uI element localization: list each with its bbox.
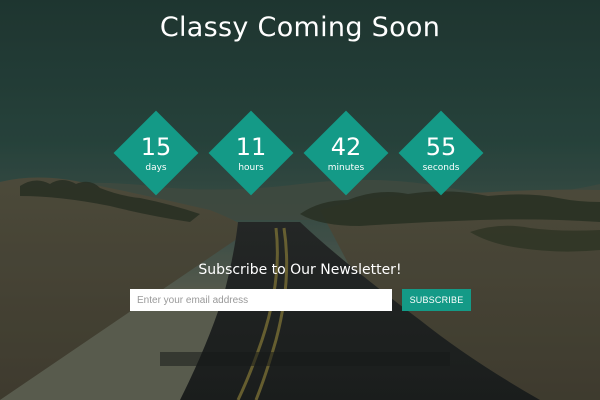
countdown-seconds-value: 55 — [425, 133, 457, 161]
countdown-days: 15 days — [113, 110, 199, 196]
countdown-days-value: 15 — [140, 133, 172, 161]
countdown-minutes-value: 42 — [330, 133, 362, 161]
countdown-seconds: 55 seconds — [398, 110, 484, 196]
email-input[interactable] — [130, 289, 392, 311]
background-overlay — [0, 0, 600, 400]
countdown-days-label: days — [145, 163, 167, 173]
coming-soon-page: Classy Coming Soon 15 days 11 hours 42 m… — [0, 0, 600, 400]
countdown-hours-label: hours — [238, 163, 264, 173]
countdown-hours-value: 11 — [235, 133, 267, 161]
subscribe-button[interactable]: SUBSCRIBE — [402, 289, 471, 311]
countdown-timer: 15 days 11 hours 42 minutes 55 seconds — [0, 110, 600, 200]
newsletter-heading: Subscribe to Our Newsletter! — [198, 262, 402, 278]
countdown-minutes: 42 minutes — [303, 110, 389, 196]
countdown-minutes-label: minutes — [327, 163, 365, 173]
countdown-seconds-label: seconds — [422, 163, 460, 173]
countdown-hours: 11 hours — [208, 110, 294, 196]
page-title: Classy Coming Soon — [159, 12, 441, 43]
